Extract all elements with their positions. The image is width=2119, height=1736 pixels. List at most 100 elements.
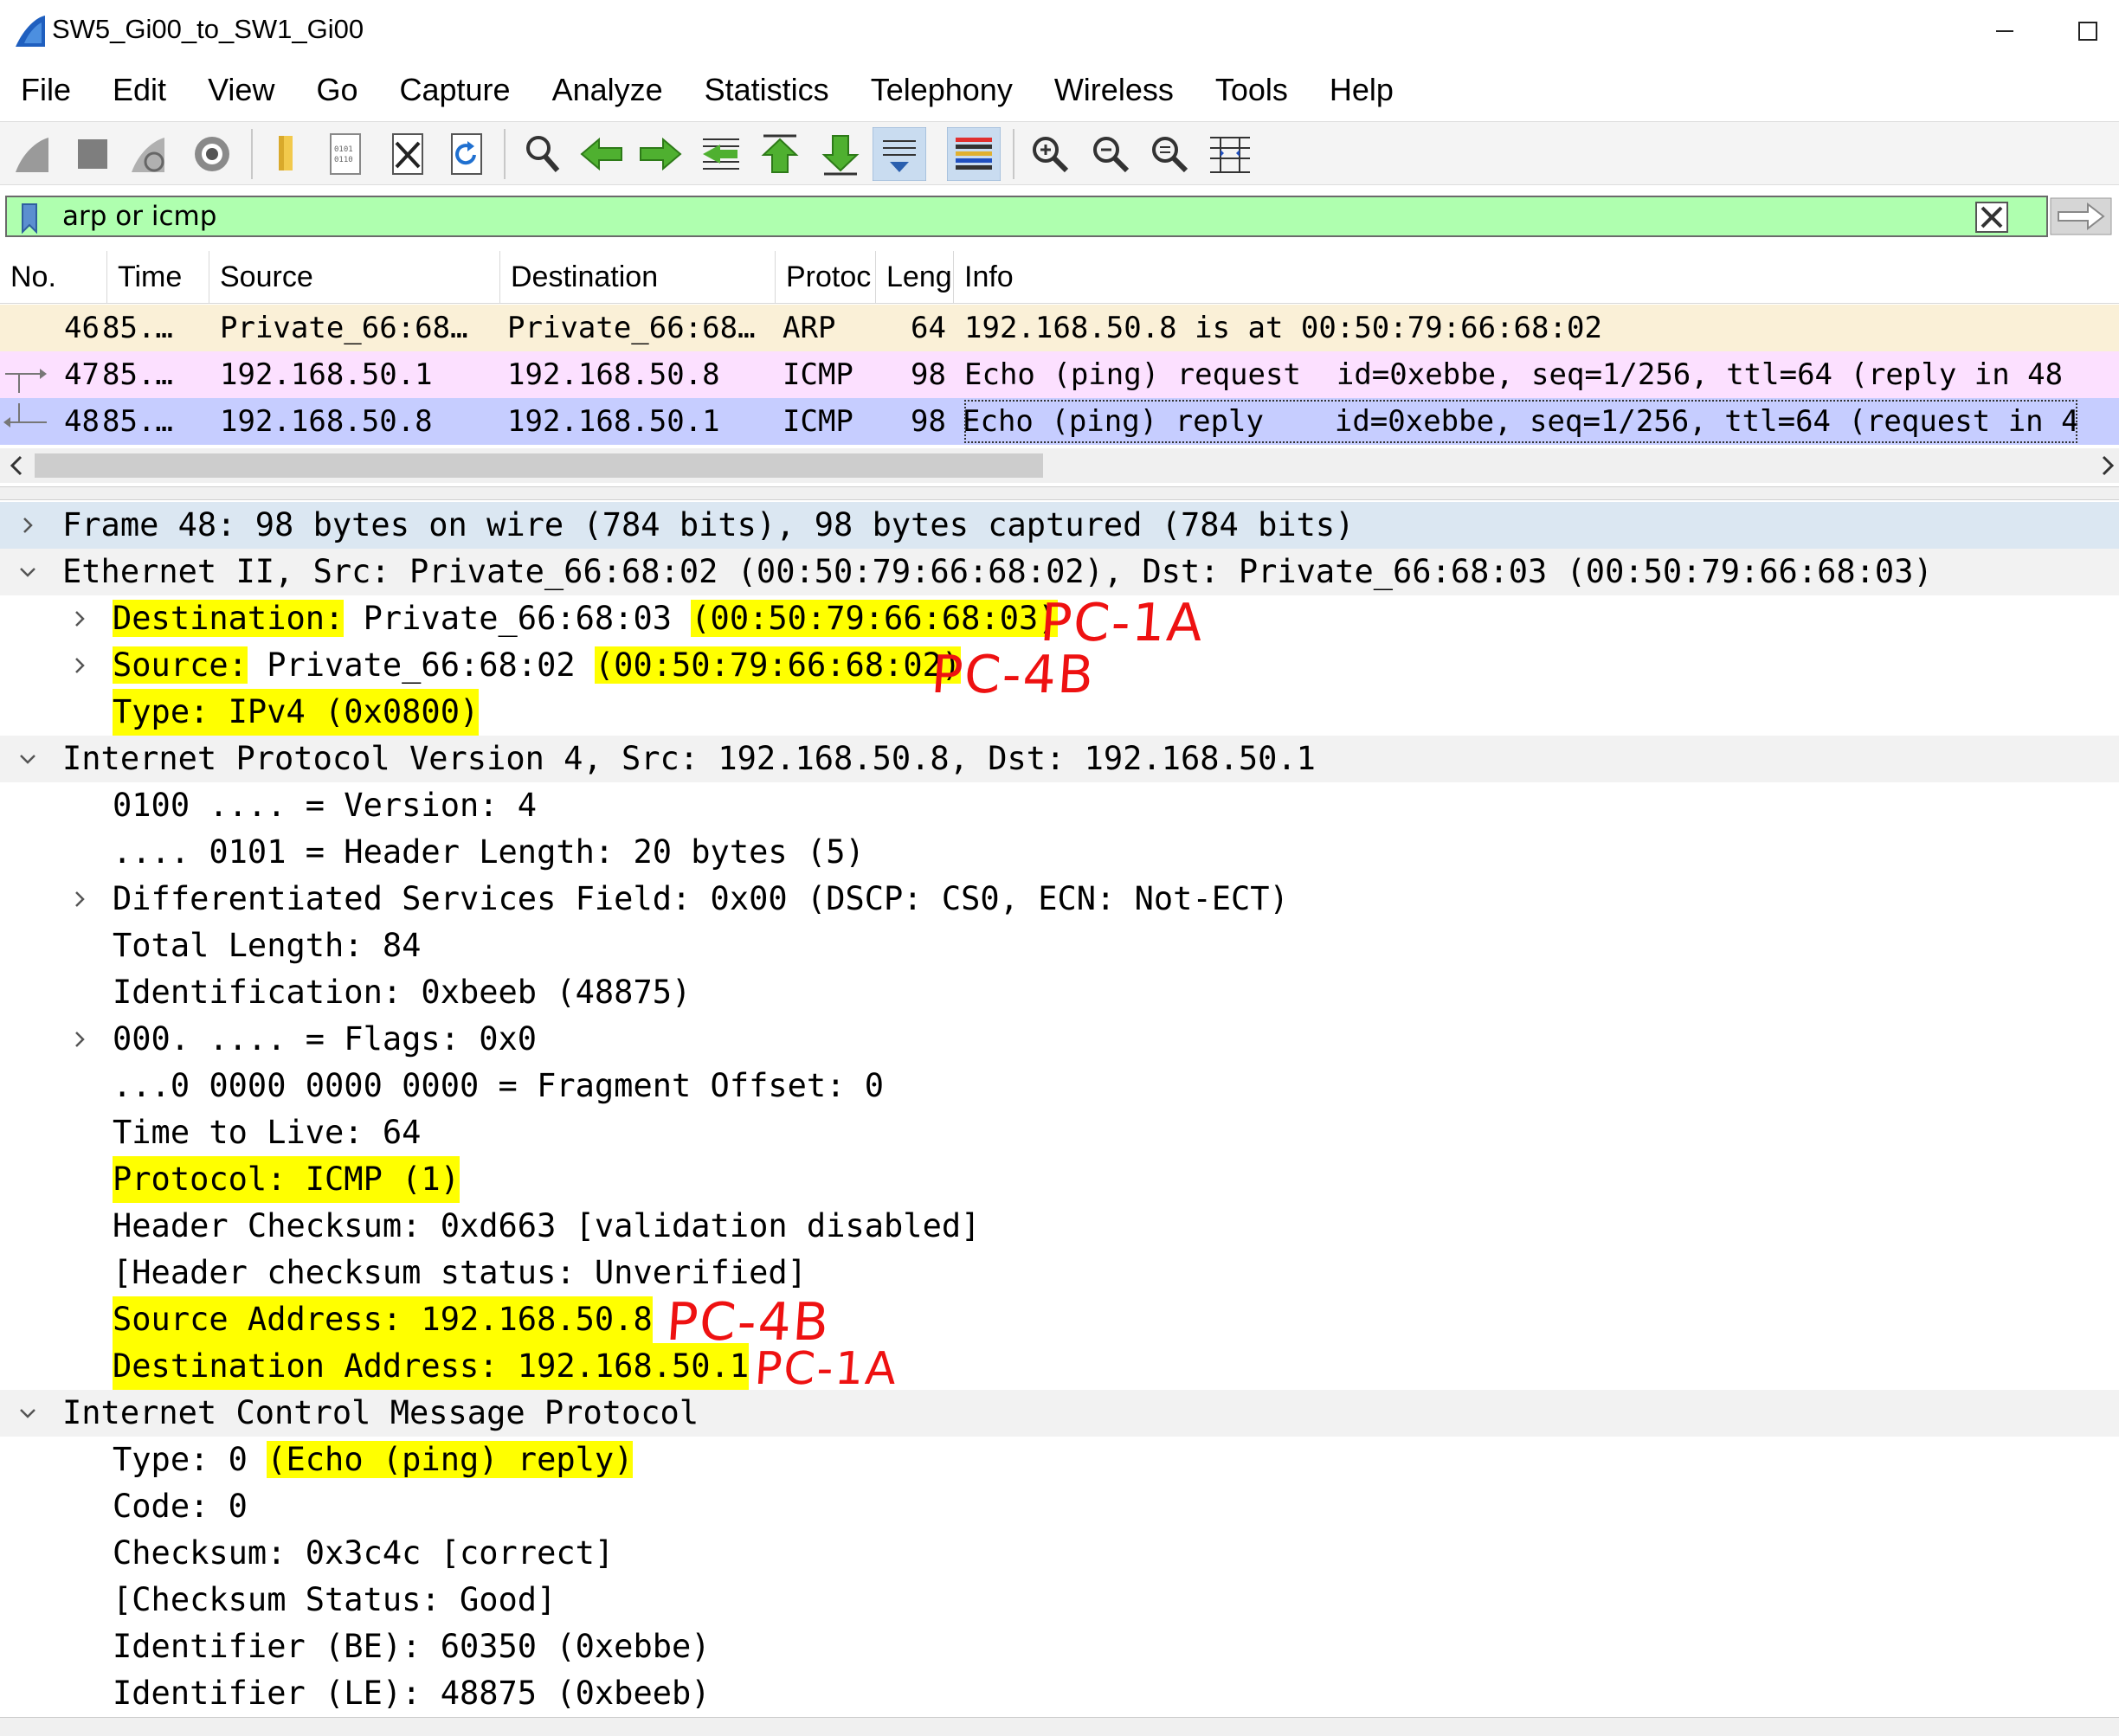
maximize-icon[interactable] <box>2071 16 2105 47</box>
menu-wireless[interactable]: Wireless <box>1034 66 1195 118</box>
expand-arrow-icon[interactable] <box>69 1029 90 1050</box>
packet-no: 46 <box>64 311 100 345</box>
packet-info: Echo (ping) reply id=0xebbe, seq=1/256, … <box>963 398 2079 445</box>
stop-capture-icon[interactable] <box>66 127 119 181</box>
filter-bookmark-icon[interactable] <box>12 203 47 234</box>
ip-version-field: 0100 .... = Version: 4 <box>113 787 538 824</box>
packet-destination: Private_66:68… <box>507 311 756 345</box>
expand-arrow-icon[interactable] <box>69 889 90 910</box>
reload-file-icon[interactable] <box>440 127 493 181</box>
save-file-icon[interactable]: 0101 0110 <box>319 127 372 181</box>
tree-node-ip-header-length[interactable]: .... 0101 = Header Length: 20 bytes (5) <box>0 829 2119 876</box>
column-header-no[interactable]: No. <box>0 251 107 303</box>
collapse-arrow-icon[interactable] <box>17 562 38 582</box>
menu-analyze[interactable]: Analyze <box>531 66 684 118</box>
go-to-packet-icon[interactable] <box>694 127 748 181</box>
tree-node-ip-dsf[interactable]: Differentiated Services Field: 0x00 (DSC… <box>0 876 2119 923</box>
packet-length: 98 <box>911 357 946 392</box>
packet-row-selected[interactable]: 48 85.… 192.168.50.8 192.168.50.1 ICMP 9… <box>0 398 2119 445</box>
tree-node-frame[interactable]: Frame 48: 98 bytes on wire (784 bits), 9… <box>0 502 2119 549</box>
find-packet-icon[interactable] <box>516 127 570 181</box>
first-packet-icon[interactable] <box>753 127 807 181</box>
tree-node-icmp-id-le[interactable]: Identifier (LE): 48875 (0xbeeb) <box>0 1670 2119 1717</box>
menu-statistics[interactable]: Statistics <box>684 66 850 118</box>
packet-source: Private_66:68… <box>220 311 468 345</box>
tree-node-ip-version[interactable]: 0100 .... = Version: 4 <box>0 782 2119 829</box>
clear-filter-icon[interactable] <box>1975 202 2008 233</box>
packet-row[interactable]: 46 85.… Private_66:68… Private_66:68… AR… <box>0 305 2119 351</box>
tree-node-icmp-checksum[interactable]: Checksum: 0x3c4c [correct] <box>0 1530 2119 1577</box>
window-title: SW5_Gi00_to_SW1_Gi00 <box>52 14 364 44</box>
menu-view[interactable]: View <box>187 66 295 118</box>
menu-bar: File Edit View Go Capture Analyze Statis… <box>0 66 2119 118</box>
packet-list-horizontal-scrollbar[interactable] <box>0 448 2119 483</box>
ipv4-summary: Internet Protocol Version 4, Src: 192.16… <box>62 740 1316 777</box>
tree-node-ip-total-length[interactable]: Total Length: 84 <box>0 923 2119 969</box>
tree-node-ip-checksum-status[interactable]: [Header checksum status: Unverified] <box>0 1250 2119 1296</box>
scroll-right-icon[interactable] <box>2096 453 2117 478</box>
menu-help[interactable]: Help <box>1309 66 1414 118</box>
resize-columns-icon[interactable] <box>1203 127 1257 181</box>
expand-arrow-icon[interactable] <box>69 608 90 629</box>
zoom-out-icon[interactable] <box>1084 127 1137 181</box>
tree-node-icmp[interactable]: Internet Control Message Protocol <box>0 1390 2119 1437</box>
tree-node-ethernet[interactable]: Ethernet II, Src: Private_66:68:02 (00:5… <box>0 549 2119 595</box>
tree-node-icmp-id-be[interactable]: Identifier (BE): 60350 (0xebbe) <box>0 1623 2119 1670</box>
tree-node-icmp-type[interactable]: Type: 0 (Echo (ping) reply) <box>0 1437 2119 1483</box>
tree-node-ip-fragment-offset[interactable]: ...0 0000 0000 0000 = Fragment Offset: 0 <box>0 1063 2119 1109</box>
tree-node-icmp-code[interactable]: Code: 0 <box>0 1483 2119 1530</box>
close-file-icon[interactable] <box>381 127 435 181</box>
collapse-arrow-icon[interactable] <box>17 749 38 769</box>
tree-node-ip-identification[interactable]: Identification: 0xbeeb (48875) <box>0 969 2119 1016</box>
tree-node-ip-protocol[interactable]: Protocol: ICMP (1) <box>0 1156 2119 1203</box>
go-back-icon[interactable] <box>575 127 628 181</box>
tree-node-ip-dst[interactable]: Destination Address: 192.168.50.1 <box>0 1343 2119 1390</box>
scrollbar-thumb[interactable] <box>35 453 1043 478</box>
minimize-icon[interactable] <box>1987 16 2022 47</box>
zoom-in-icon[interactable] <box>1023 127 1077 181</box>
packet-row[interactable]: 47 85.… 192.168.50.1 192.168.50.8 ICMP 9… <box>0 351 2119 398</box>
column-header-info[interactable]: Info <box>954 251 2119 303</box>
ip-destination-address-field: Destination Address: 192.168.50.1 <box>113 1343 750 1390</box>
open-file-icon[interactable] <box>261 127 315 181</box>
menu-edit[interactable]: Edit <box>92 66 187 118</box>
column-header-destination[interactable]: Destination <box>500 251 776 303</box>
menu-file[interactable]: File <box>0 66 92 118</box>
autoscroll-icon[interactable] <box>873 127 926 181</box>
normal-size-icon[interactable] <box>1143 127 1196 181</box>
menu-capture[interactable]: Capture <box>378 66 531 118</box>
capture-options-icon[interactable] <box>185 127 239 181</box>
annotation-ip-dst: PC-1A <box>752 1343 900 1395</box>
apply-filter-arrow-icon[interactable] <box>2050 197 2112 235</box>
packet-info: Echo (ping) request id=0xebbe, seq=1/256… <box>964 357 2064 392</box>
restart-capture-icon[interactable] <box>125 127 178 181</box>
pane-splitter[interactable] <box>0 486 2119 500</box>
collapse-arrow-icon[interactable] <box>17 1403 38 1424</box>
tree-node-ip-flags[interactable]: 000. .... = Flags: 0x0 <box>0 1016 2119 1063</box>
colorize-icon[interactable] <box>947 127 1001 181</box>
start-capture-icon[interactable] <box>9 127 62 181</box>
column-header-protocol[interactable]: Protoc <box>776 251 876 303</box>
icmp-identifier-le-field: Identifier (LE): 48875 (0xbeeb) <box>113 1675 711 1712</box>
expand-arrow-icon[interactable] <box>17 515 38 536</box>
tree-node-ip-ttl[interactable]: Time to Live: 64 <box>0 1109 2119 1156</box>
tree-node-ip-checksum[interactable]: Header Checksum: 0xd663 [validation disa… <box>0 1203 2119 1250</box>
column-header-source[interactable]: Source <box>209 251 500 303</box>
last-packet-icon[interactable] <box>814 127 867 181</box>
column-header-time[interactable]: Time <box>107 251 209 303</box>
tree-node-icmp-checksum-status[interactable]: [Checksum Status: Good] <box>0 1577 2119 1623</box>
menu-tools[interactable]: Tools <box>1195 66 1309 118</box>
menu-telephony[interactable]: Telephony <box>850 66 1034 118</box>
scroll-left-icon[interactable] <box>7 453 28 478</box>
status-bar <box>0 1717 2119 1736</box>
column-header-length[interactable]: Leng <box>876 251 954 303</box>
tree-node-ipv4[interactable]: Internet Protocol Version 4, Src: 192.16… <box>0 736 2119 782</box>
tree-node-ip-src[interactable]: Source Address: 192.168.50.8 <box>0 1296 2119 1343</box>
icmp-summary: Internet Control Message Protocol <box>62 1394 699 1431</box>
display-filter-input[interactable] <box>62 199 1967 234</box>
go-forward-icon[interactable] <box>634 127 687 181</box>
ip-protocol-field: Protocol: ICMP (1) <box>113 1156 460 1203</box>
expand-arrow-icon[interactable] <box>69 655 90 676</box>
menu-go[interactable]: Go <box>295 66 378 118</box>
eth-destination-field: Destination: Private_66:68:03 (00:50:79:… <box>113 595 1058 642</box>
